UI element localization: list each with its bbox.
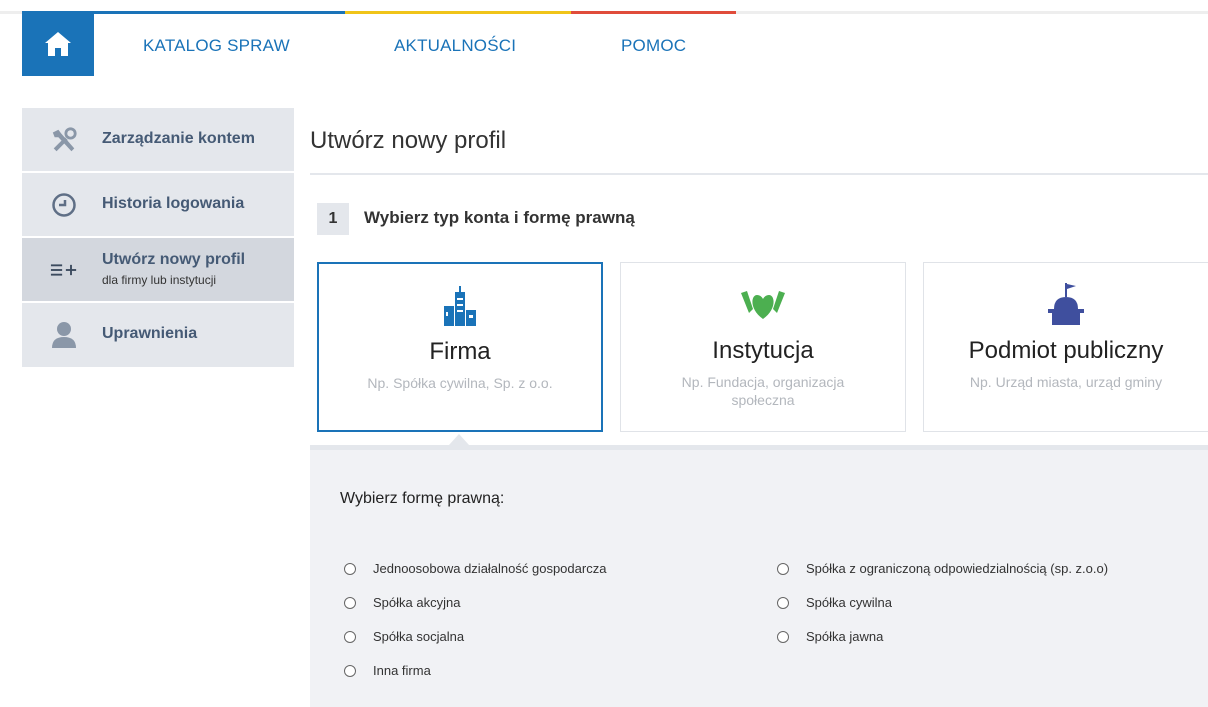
radio-label: Spółka socjalna <box>373 629 465 644</box>
radio-label: Jednoosobowa działalność gospodarcza <box>373 561 607 576</box>
legal-form-option[interactable]: Jednoosobowa działalność gospodarcza <box>344 561 606 576</box>
step-title: Wybierz typ konta i formę prawną <box>364 208 635 227</box>
card-description: Np. Urząd miasta, urząd gminy <box>969 374 1163 390</box>
home-icon <box>45 32 71 56</box>
account-type-card-podmiot-publiczny[interactable]: Podmiot publiczny Np. Urząd miasta, urzą… <box>923 262 1208 432</box>
legal-form-option[interactable]: Inna firma <box>344 663 431 678</box>
page-title: Utwórz nowy profil <box>310 127 507 154</box>
radio-button[interactable] <box>344 664 356 677</box>
step-number-badge: 1 <box>317 203 349 235</box>
radio-label: Spółka z ograniczoną odpowiedzialnością … <box>806 561 1109 576</box>
account-type-card-firma[interactable]: Firma Np. Spółka cywilna, Sp. z o.o. <box>317 262 603 432</box>
account-type-card-instytucja[interactable]: Instytucja Np. Fundacja, organizacja spo… <box>620 262 906 432</box>
accent-segment-yellow <box>345 11 571 14</box>
accent-segment-red <box>571 11 736 14</box>
radio-button[interactable] <box>344 630 356 643</box>
nav-aktualnosci[interactable]: AKTUALNOŚCI <box>394 36 516 56</box>
clock-icon <box>50 191 78 219</box>
hands-heart-icon <box>621 283 905 327</box>
sidebar-item-label: Uprawnienia <box>102 325 198 342</box>
legal-form-option[interactable]: Spółka cywilna <box>777 595 892 610</box>
sidebar-item-label: Historia logowania <box>102 195 245 212</box>
legal-form-option[interactable]: Spółka akcyjna <box>344 595 460 610</box>
sidebar-item-zarzadzanie-kontem[interactable]: Zarządzanie kontem <box>22 108 294 173</box>
nav-katalog-spraw[interactable]: KATALOG SPRAW <box>143 36 290 56</box>
sidebar-item-sublabel: dla firmy lub instytucji <box>102 273 217 287</box>
card-title: Firma <box>429 338 491 365</box>
sidebar-item-utworz-nowy-profil[interactable]: Utwórz nowy profil dla firmy lub instytu… <box>22 238 294 303</box>
public-building-icon <box>924 283 1208 327</box>
title-divider <box>310 173 1208 175</box>
radio-button[interactable] <box>344 596 356 609</box>
sidebar: Zarządzanie kontem Historia logowania Ut… <box>22 108 294 367</box>
sidebar-item-uprawnienia[interactable]: Uprawnienia <box>22 303 294 367</box>
nav-pomoc[interactable]: POMOC <box>621 36 686 56</box>
selection-pointer <box>449 434 469 445</box>
buildings-icon <box>319 284 601 328</box>
sidebar-item-label: Utwórz nowy profil <box>102 251 246 268</box>
radio-label: Spółka jawna <box>806 629 884 644</box>
user-icon <box>50 321 78 349</box>
sidebar-item-label: Zarządzanie kontem <box>102 130 255 147</box>
radio-label: Spółka akcyjna <box>373 595 461 610</box>
radio-button[interactable] <box>777 630 789 643</box>
radio-button[interactable] <box>344 562 356 575</box>
legal-form-title: Wybierz formę prawną: <box>340 490 505 507</box>
legal-form-option[interactable]: Spółka z ograniczoną odpowiedzialnością … <box>777 561 1108 576</box>
card-title: Instytucja <box>712 337 814 364</box>
legal-form-option[interactable]: Spółka jawna <box>777 629 883 644</box>
legal-form-option[interactable]: Spółka socjalna <box>344 629 464 644</box>
card-description: Np. Fundacja, organizacja społeczna <box>681 374 845 408</box>
radio-button[interactable] <box>777 562 789 575</box>
radio-label: Inna firma <box>373 663 431 678</box>
radio-label: Spółka cywilna <box>806 595 892 610</box>
card-description: Np. Spółka cywilna, Sp. z o.o. <box>367 375 553 391</box>
card-title: Podmiot publiczny <box>968 337 1164 364</box>
legal-form-panel: Wybierz formę prawną: Jednoosobowa dział… <box>310 445 1208 707</box>
radio-button[interactable] <box>777 596 789 609</box>
tools-icon <box>50 126 78 154</box>
sidebar-item-historia-logowania[interactable]: Historia logowania <box>22 173 294 238</box>
top-color-line <box>0 11 1208 14</box>
home-button[interactable] <box>22 12 94 76</box>
list-add-icon <box>50 256 78 284</box>
